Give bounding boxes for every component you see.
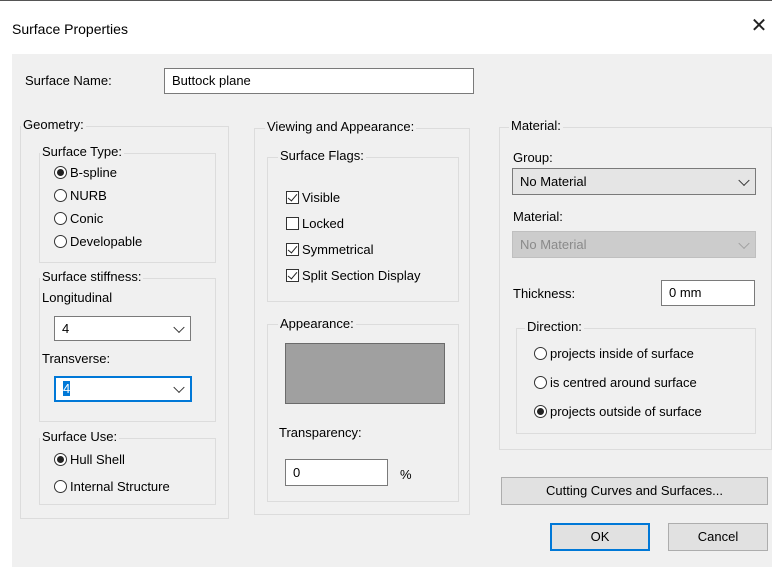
flag-split-section-display[interactable]: Split Section Display [286, 267, 456, 285]
surface-use-option-hull-shell[interactable]: Hull Shell [54, 451, 204, 469]
surface-use-option-internal-structure[interactable]: Internal Structure [54, 478, 214, 496]
material-label: Material: [513, 209, 563, 224]
flag-symmetrical[interactable]: Symmetrical [286, 241, 446, 259]
surface-name-input[interactable]: Buttock plane [164, 68, 474, 94]
checkbox[interactable] [286, 217, 299, 230]
radio-button[interactable] [534, 405, 547, 418]
appearance-legend: Appearance: [278, 316, 356, 331]
transparency-unit: % [400, 467, 412, 482]
radio-button[interactable] [54, 453, 67, 466]
flag-label: Visible [302, 190, 341, 205]
flag-locked[interactable]: Locked [286, 215, 446, 233]
transverse-label: Transverse: [42, 351, 111, 366]
ok-button[interactable]: OK [550, 523, 650, 551]
surface-type-option-bspline[interactable]: B-spline [54, 164, 204, 182]
chevron-down-icon [173, 381, 185, 394]
radio-button[interactable] [54, 212, 67, 225]
flag-label: Locked [302, 216, 344, 231]
close-icon[interactable]: ✕ [749, 14, 769, 38]
cancel-button[interactable]: Cancel [668, 523, 768, 551]
material-group-select[interactable]: No Material [512, 168, 756, 195]
surface-type-option-nurb[interactable]: NURB [54, 187, 204, 205]
longitudinal-select[interactable]: 4 [54, 316, 191, 341]
surface-use-legend: Surface Use: [40, 429, 120, 444]
material-value: No Material [520, 237, 587, 252]
surface-type-option-conic[interactable]: Conic [54, 210, 204, 228]
surface-type-option-label: Conic [70, 211, 104, 226]
surface-type-option-label: NURB [70, 188, 107, 203]
direction-option-label: is centred around surface [550, 375, 697, 390]
transverse-select[interactable]: 4 [54, 376, 192, 402]
chevron-down-icon [173, 321, 185, 333]
checkbox[interactable] [286, 243, 299, 256]
surface-name-label: Surface Name: [25, 73, 112, 88]
surface-type-legend: Surface Type: [40, 144, 124, 159]
transparency-input[interactable]: 0 [285, 459, 388, 486]
dialog-title: Surface Properties [12, 21, 128, 37]
surface-type-option-label: Developable [70, 234, 143, 249]
longitudinal-label: Longitudinal [42, 290, 113, 305]
surface-flags-legend: Surface Flags: [278, 148, 366, 163]
radio-button[interactable] [54, 235, 67, 248]
longitudinal-value: 4 [62, 321, 70, 336]
thickness-label: Thickness: [513, 286, 576, 301]
viewing-appearance-legend: Viewing and Appearance: [265, 119, 417, 134]
material-group-value: No Material [520, 174, 587, 189]
chevron-down-icon [738, 237, 750, 249]
radio-button[interactable] [54, 189, 67, 202]
radio-button[interactable] [54, 166, 67, 179]
appearance-color-swatch[interactable] [285, 343, 445, 404]
surface-type-option-label: B-spline [70, 165, 117, 180]
checkbox[interactable] [286, 191, 299, 204]
material-select[interactable]: No Material [512, 231, 756, 258]
checkbox[interactable] [286, 269, 299, 282]
group-label: Group: [513, 150, 553, 165]
direction-option-inside[interactable]: projects inside of surface [534, 345, 744, 363]
direction-option-label: projects outside of surface [550, 404, 702, 419]
window-top-border [0, 0, 772, 1]
surface-use-option-label: Internal Structure [70, 479, 170, 494]
flag-visible[interactable]: Visible [286, 189, 446, 207]
radio-button[interactable] [54, 480, 67, 493]
radio-button[interactable] [534, 376, 547, 389]
direction-option-outside[interactable]: projects outside of surface [534, 403, 744, 421]
dialog-body: Surface Name: Buttock plane Geometry: Su… [12, 54, 772, 567]
flag-label: Split Section Display [302, 268, 421, 283]
surface-use-option-label: Hull Shell [70, 452, 125, 467]
transverse-value: 4 [63, 381, 71, 396]
flag-label: Symmetrical [302, 242, 374, 257]
surface-stiffness-legend: Surface stiffness: [40, 269, 144, 284]
surface-type-option-developable[interactable]: Developable [54, 233, 204, 251]
geometry-legend: Geometry: [21, 117, 86, 132]
material-legend: Material: [509, 118, 563, 133]
chevron-down-icon [738, 174, 750, 186]
thickness-input[interactable]: 0 mm [661, 280, 755, 306]
cutting-curves-button[interactable]: Cutting Curves and Surfaces... [501, 477, 768, 505]
direction-legend: Direction: [525, 319, 584, 334]
direction-option-label: projects inside of surface [550, 346, 694, 361]
direction-option-centred[interactable]: is centred around surface [534, 374, 744, 392]
radio-button[interactable] [534, 347, 547, 360]
transparency-label: Transparency: [279, 425, 362, 440]
